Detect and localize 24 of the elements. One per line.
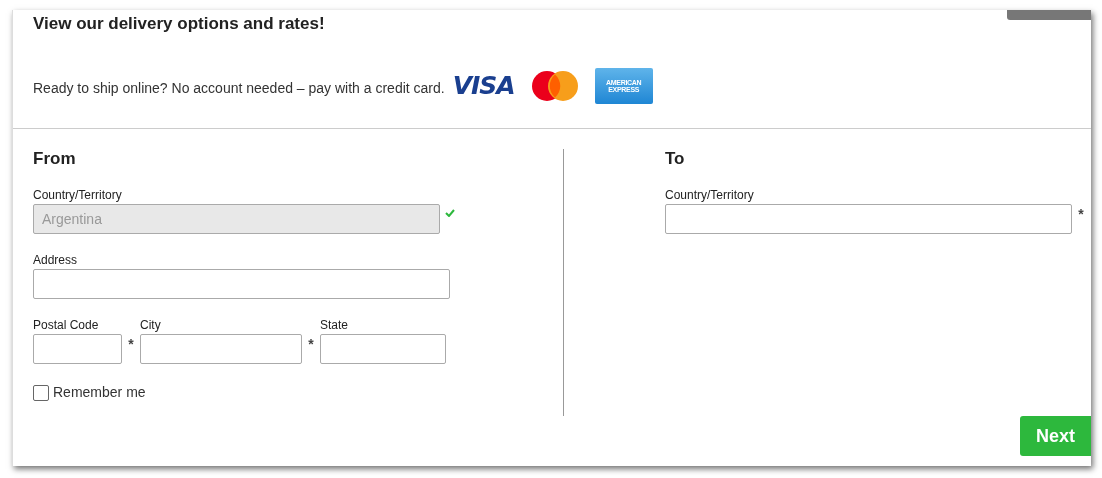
input-field[interactable] — [665, 204, 1072, 235]
field-label: Address — [33, 254, 79, 268]
tab-handle[interactable] — [1007, 10, 1091, 20]
checkbox[interactable] — [33, 384, 49, 401]
field-label: Country/Territory — [33, 189, 123, 203]
required-mark: * — [307, 335, 315, 352]
required-mark: * — [1077, 205, 1085, 222]
input-field[interactable] — [320, 334, 446, 365]
field-label: Country/Territory — [665, 189, 755, 203]
next-button[interactable]: Next — [1020, 416, 1091, 456]
mastercard-logo — [530, 70, 579, 103]
checkbox-label: Remember me — [53, 383, 146, 403]
visa-logo: VISA — [452, 73, 515, 100]
page-heading: View our delivery options and rates! — [32, 13, 325, 35]
section-title: From — [33, 149, 77, 170]
required-mark: * — [127, 335, 135, 352]
field-label: State — [320, 319, 350, 333]
input-field[interactable] — [33, 334, 122, 365]
section-title: To — [665, 149, 686, 170]
input-field[interactable] — [140, 334, 302, 365]
input-field[interactable] — [33, 269, 450, 300]
field-label: City — [140, 319, 162, 333]
payment-note: Ready to ship online? No account needed – pay with a credit card. — [33, 79, 445, 99]
field-label: Postal Code — [33, 319, 100, 333]
